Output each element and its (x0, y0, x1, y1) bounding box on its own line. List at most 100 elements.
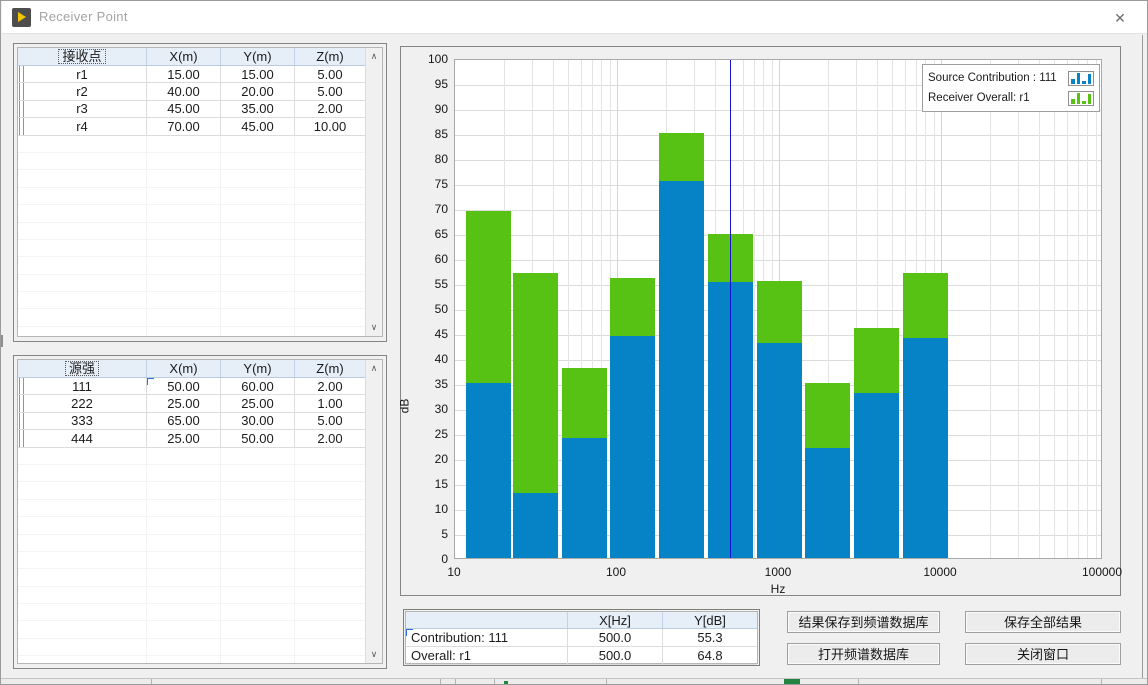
table-cell[interactable]: 60.00 (221, 378, 295, 394)
readout-cell[interactable]: Contribution: 111 (406, 629, 568, 646)
spectrum-bar (805, 383, 850, 558)
scroll-down-icon[interactable]: ∨ (366, 647, 382, 662)
v-gridline-minor (1087, 60, 1088, 558)
table-cell[interactable]: 111 (18, 378, 147, 394)
table-cell[interactable]: 2.00 (295, 101, 365, 117)
v-gridline-minor (1078, 60, 1079, 558)
table-cell[interactable]: 15.00 (147, 66, 221, 82)
table-cell[interactable]: 444 (18, 430, 147, 446)
y-tick-label: 75 (408, 177, 448, 191)
readout-cell[interactable]: Overall: r1 (406, 647, 568, 664)
table-row[interactable]: 33365.0030.005.00 (18, 413, 365, 430)
readout-cell[interactable]: 55.3 (663, 629, 757, 646)
empty-cell (18, 153, 147, 169)
open-spectrum-db-button[interactable]: 打开频谱数据库 (787, 643, 940, 665)
table-cell[interactable]: 5.00 (295, 413, 365, 429)
y-tick-label: 90 (408, 102, 448, 116)
readout-cell[interactable]: 500.0 (568, 629, 663, 646)
empty-table-row (18, 136, 365, 153)
empty-cell (147, 327, 221, 336)
empty-cell (147, 448, 221, 464)
table-cell[interactable]: 50.00 (221, 430, 295, 446)
table-cell[interactable]: r1 (18, 66, 147, 82)
close-icon[interactable]: ✕ (1110, 8, 1130, 28)
table-row[interactable]: r240.0020.005.00 (18, 83, 365, 100)
scroll-down-icon[interactable]: ∨ (366, 320, 382, 335)
column-header: 接收点 (18, 48, 147, 65)
table-cell[interactable]: 30.00 (221, 413, 295, 429)
table-cell[interactable]: 25.00 (147, 395, 221, 411)
overall-segment (903, 273, 948, 338)
readout-row[interactable]: Contribution: 111500.055.3 (406, 629, 757, 647)
table-cell[interactable]: 45.00 (147, 101, 221, 117)
table-cell[interactable]: 2.00 (295, 378, 365, 394)
table-cell[interactable]: 40.00 (147, 83, 221, 99)
table-row[interactable]: r345.0035.002.00 (18, 101, 365, 118)
table-cell[interactable]: 25.00 (221, 395, 295, 411)
receiver-table-scrollbar[interactable]: ∧ ∨ (365, 48, 382, 336)
empty-cell (147, 223, 221, 239)
save-results-to-spectrum-db-button[interactable]: 结果保存到频谱数据库 (787, 611, 940, 633)
table-cell[interactable]: 45.00 (221, 118, 295, 134)
scroll-up-icon[interactable]: ∧ (366, 49, 382, 64)
legend-item[interactable]: Source Contribution : 111 (928, 68, 1094, 88)
table-row[interactable]: r470.0045.0010.00 (18, 118, 365, 135)
plot-area[interactable] (454, 59, 1102, 559)
table-cell[interactable]: 222 (18, 395, 147, 411)
table-cell[interactable]: 2.00 (295, 430, 365, 446)
scroll-up-icon[interactable]: ∧ (366, 361, 382, 376)
table-cell[interactable]: r4 (18, 118, 147, 134)
empty-cell (18, 327, 147, 336)
y-tick-label: 45 (408, 327, 448, 341)
table-cell[interactable]: 70.00 (147, 118, 221, 134)
readout-cell[interactable]: 500.0 (568, 647, 663, 664)
v-gridline-minor (1067, 60, 1068, 558)
contribution-segment (757, 343, 802, 558)
table-cell[interactable]: 5.00 (295, 83, 365, 99)
empty-cell (295, 621, 365, 637)
save-all-results-button[interactable]: 保存全部结果 (965, 611, 1121, 633)
empty-cell (18, 136, 147, 152)
table-cell[interactable]: 65.00 (147, 413, 221, 429)
empty-cell (18, 500, 147, 516)
table-cell[interactable]: r3 (18, 101, 147, 117)
y-tick-label: 100 (408, 52, 448, 66)
table-row[interactable]: r115.0015.005.00 (18, 66, 365, 83)
cursor-line[interactable] (730, 60, 731, 558)
table-cell[interactable]: 25.00 (147, 430, 221, 446)
y-tick-label: 0 (408, 552, 448, 566)
table-row[interactable]: 44425.0050.002.00 (18, 430, 365, 447)
close-window-button[interactable]: 关闭窗口 (965, 643, 1121, 665)
empty-cell (221, 639, 295, 655)
table-cell[interactable]: 5.00 (295, 66, 365, 82)
readout-row[interactable]: Overall: r1500.064.8 (406, 647, 757, 665)
legend-item[interactable]: Receiver Overall: r1 (928, 88, 1094, 108)
table-cell[interactable]: r2 (18, 83, 147, 99)
empty-cell (221, 205, 295, 221)
y-tick-label: 60 (408, 252, 448, 266)
empty-table-row (18, 170, 365, 187)
column-header: X[Hz] (568, 612, 663, 628)
table-cell[interactable]: 35.00 (221, 101, 295, 117)
empty-cell (18, 309, 147, 325)
table-cell[interactable]: 1.00 (295, 395, 365, 411)
empty-table-row (18, 448, 365, 465)
empty-cell (295, 153, 365, 169)
table-cell[interactable]: 20.00 (221, 83, 295, 99)
table-row[interactable]: 11150.0060.002.00 (18, 378, 365, 395)
empty-table-row (18, 257, 365, 274)
contribution-segment (854, 393, 899, 558)
readout-cell[interactable]: 64.8 (663, 647, 757, 664)
column-header: X(m) (147, 360, 221, 377)
table-row[interactable]: 22225.0025.001.00 (18, 395, 365, 412)
column-header: Y(m) (221, 360, 295, 377)
table-cell[interactable]: 15.00 (221, 66, 295, 82)
table-cell[interactable]: 10.00 (295, 118, 365, 134)
empty-cell (221, 552, 295, 568)
empty-cell (221, 621, 295, 637)
table-cell[interactable]: 50.00 (147, 378, 221, 394)
empty-cell (221, 327, 295, 336)
source-table-scrollbar[interactable]: ∧ ∨ (365, 360, 382, 663)
table-cell[interactable]: 333 (18, 413, 147, 429)
mini-bar-chart-icon (1068, 71, 1094, 86)
